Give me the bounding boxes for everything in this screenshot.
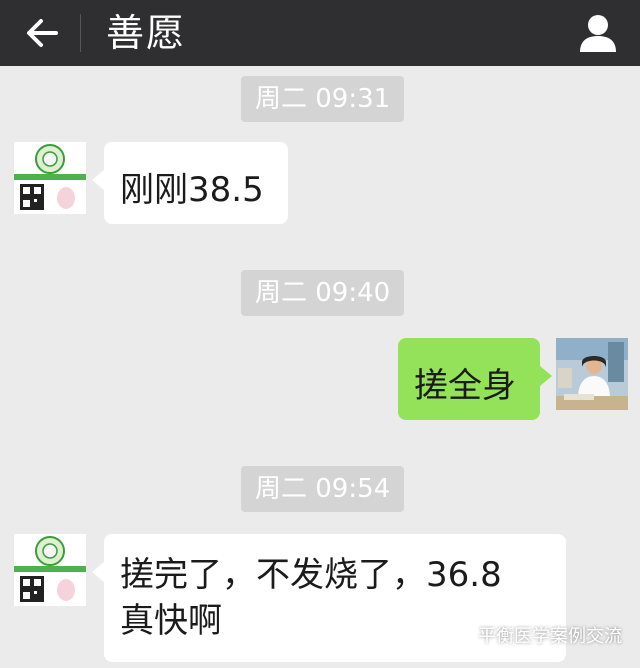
header-divider [80,14,81,52]
self-avatar[interactable] [556,338,628,410]
user-photo-avatar [556,338,628,410]
timestamp: 周二 09:40 [241,270,405,316]
clinic-logo-avatar [14,142,86,214]
timestamp: 周二 09:54 [241,466,405,512]
message-text: 搓全身 [414,366,516,406]
chat-info-button[interactable] [578,12,618,54]
person-icon [580,15,616,52]
account-watermark: 平衡医学案例交流 [446,622,622,652]
watermark-text: 平衡医学案例交流 [478,626,622,647]
message-text: 刚刚38.5 [120,170,264,210]
message-bubble-outgoing[interactable]: 搓全身 [398,338,552,420]
chat-header: 善愿 [0,0,640,66]
timestamp: 周二 09:31 [241,76,405,122]
contact-avatar[interactable] [14,142,86,214]
clinic-logo-avatar [14,534,86,606]
arrow-left-icon [27,19,58,47]
chat-title: 善愿 [106,11,187,55]
back-button[interactable] [22,14,62,52]
contact-avatar[interactable] [14,534,86,606]
message-text-line: 搓完了，不发烧了，36.8 [120,555,502,595]
message-bubble-incoming[interactable]: 刚刚38.5 [92,142,288,224]
wechat-icon [446,625,472,648]
